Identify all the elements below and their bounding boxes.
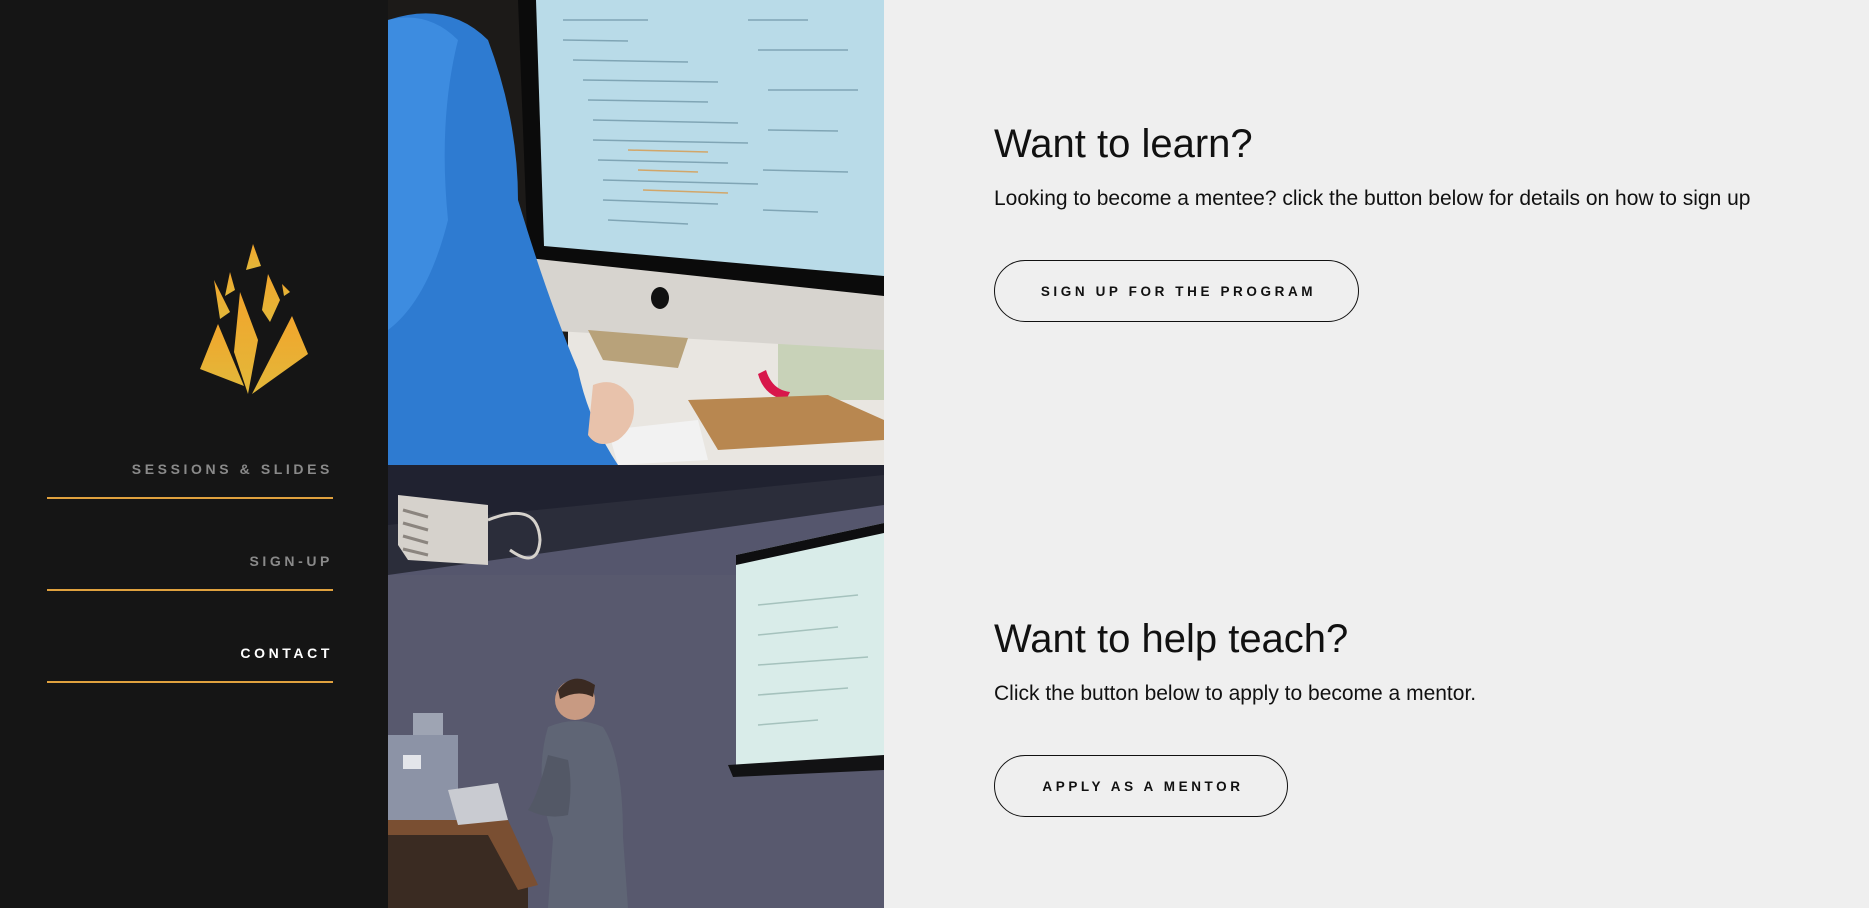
flame-logo-icon[interactable] (200, 244, 314, 394)
sidebar-nav: SESSIONS & SLIDES (47, 449, 333, 499)
presenter-photo (388, 465, 884, 908)
nav-sign-up[interactable]: SIGN-UP (47, 541, 333, 591)
coding-photo (388, 0, 884, 465)
nav-sessions-slides[interactable]: SESSIONS & SLIDES (47, 449, 333, 499)
sidebar-nav: SIGN-UP (47, 541, 333, 591)
nav-label: SESSIONS & SLIDES (131, 461, 333, 477)
teach-description: Click the button below to apply to becom… (994, 682, 1477, 705)
apply-mentor-button[interactable]: APPLY AS A MENTOR (994, 755, 1288, 817)
learn-description: Looking to become a mentee? click the bu… (994, 187, 1751, 210)
sidebar-nav: CONTACT (47, 633, 333, 683)
sidebar: SESSIONS & SLIDES SIGN-UP CONTACT (0, 0, 388, 908)
nav-contact[interactable]: CONTACT (47, 633, 333, 683)
teach-heading: Want to help teach? (994, 617, 1349, 661)
learn-heading: Want to learn? (994, 122, 1253, 166)
nav-label: CONTACT (240, 645, 333, 661)
sign-up-program-button[interactable]: SIGN UP FOR THE PROGRAM (994, 260, 1359, 322)
learn-section: Want to learn? Looking to become a mente… (994, 122, 1814, 322)
nav-label: SIGN-UP (249, 553, 333, 569)
teach-section: Want to help teach? Click the button bel… (994, 617, 1814, 817)
